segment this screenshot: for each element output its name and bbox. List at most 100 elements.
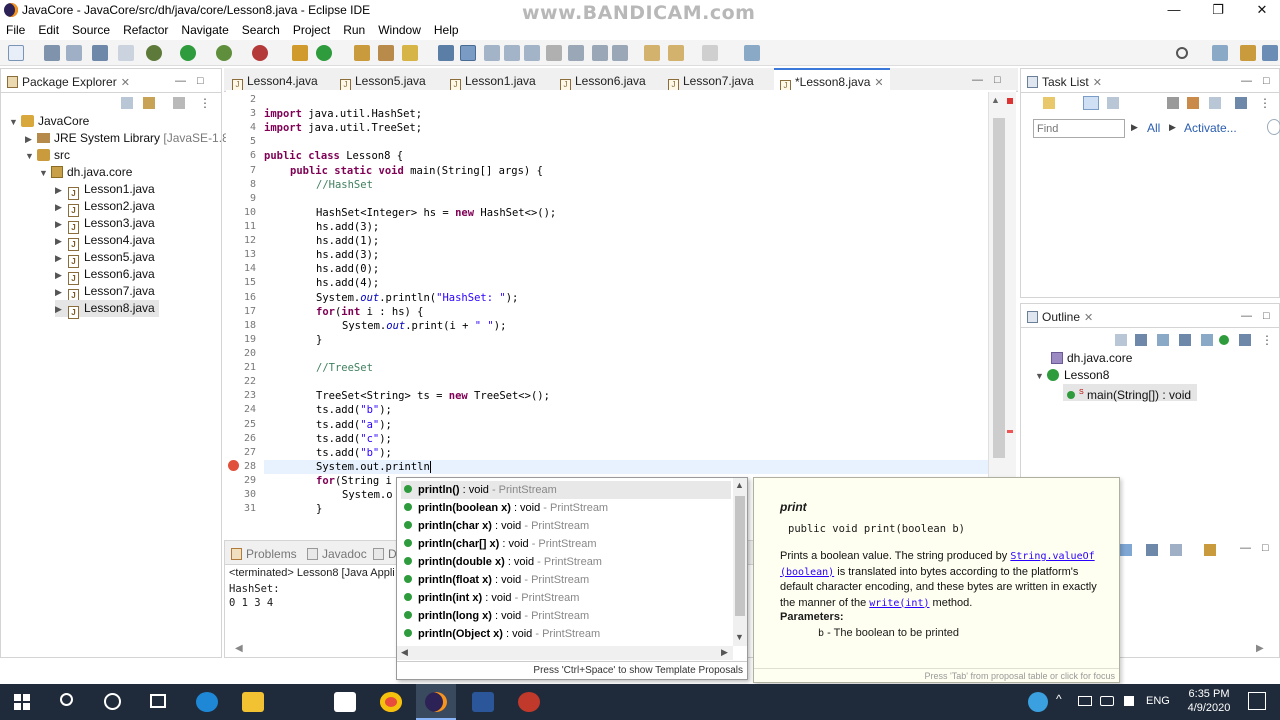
scroll-left-icon[interactable]: ◀ — [235, 643, 243, 654]
outline-class[interactable]: ▼ Lesson8 — [1035, 367, 1109, 384]
forward-icon[interactable] — [702, 45, 718, 61]
block-select-icon[interactable] — [484, 45, 500, 61]
expanded-chevron-icon[interactable]: ▼ — [9, 114, 19, 131]
completion-item[interactable]: println(Object x) : void - PrintStream — [401, 625, 600, 643]
taskbar-eclipse-active[interactable] — [416, 684, 456, 720]
tree-package[interactable]: ▼ dh.java.core — [39, 164, 132, 181]
hide-static-icon[interactable] — [1179, 334, 1191, 346]
debug-icon[interactable] — [146, 45, 162, 61]
tree-jre-library[interactable]: ▶ JRE System Library [JavaSE-1.8] — [25, 130, 232, 147]
completion-item[interactable]: println(char x) : void - PrintStream — [401, 517, 589, 535]
hide-local-types-icon[interactable] — [1219, 335, 1229, 345]
task-view-icon[interactable] — [150, 694, 166, 708]
collapse-all-icon[interactable] — [121, 97, 133, 109]
tree-file[interactable]: ▶ J Lesson3.java — [55, 215, 155, 234]
menu-file[interactable]: File — [6, 23, 25, 37]
view-menu-icon[interactable]: ⋮ — [1261, 333, 1273, 347]
completion-hscrollbar[interactable]: ◀ ▶ — [397, 646, 733, 660]
new-icon[interactable] — [8, 45, 24, 61]
menu-project[interactable]: Project — [293, 23, 330, 37]
scroll-left-icon[interactable]: ◀ — [401, 647, 408, 658]
volume-icon[interactable] — [1124, 696, 1134, 706]
view-menu-icon[interactable]: ⋮ — [1259, 96, 1271, 110]
view-menu-icon[interactable]: ⋮ — [199, 96, 211, 110]
completion-item[interactable]: println(float x) : void - PrintStream — [401, 571, 589, 589]
editor-tab[interactable]: J Lesson4.java — [232, 71, 318, 91]
maximize-view-icon[interactable]: □ — [1263, 75, 1270, 87]
minimize-view-icon[interactable]: — — [1241, 310, 1252, 322]
tab-problems[interactable]: Problems — [231, 544, 297, 564]
last-edit-icon[interactable] — [612, 45, 628, 61]
code-editor[interactable]: 2 3 4 5 6 7 8 9 10 11 12 13 14 15 16 17 … — [226, 90, 1016, 522]
open-perspective-icon[interactable] — [1212, 45, 1228, 61]
collapsed-chevron-icon[interactable]: ▶ — [55, 250, 65, 267]
collapse-all-icon[interactable] — [1209, 97, 1221, 109]
tree-file[interactable]: ▶ J Lesson7.java — [55, 283, 155, 302]
cortana-icon[interactable] — [104, 693, 121, 710]
completion-item[interactable]: println(int x) : void - PrintStream — [401, 589, 579, 607]
completion-item[interactable]: println(boolean x) : void - PrintStream — [401, 499, 608, 517]
help-icon[interactable] — [1267, 119, 1280, 135]
debug-perspective-icon[interactable] — [1262, 45, 1278, 61]
tree-project-javacore[interactable]: ▼ JavaCore — [9, 113, 89, 130]
expanded-chevron-icon[interactable]: ▼ — [1035, 368, 1045, 385]
chrome-icon[interactable] — [380, 692, 402, 712]
windows-start-icon[interactable] — [14, 694, 30, 710]
close-icon[interactable]: ✕ — [1242, 0, 1280, 20]
javadoc-hover-popup[interactable]: print public void print(boolean b) Print… — [753, 477, 1120, 683]
pin-editor-icon[interactable] — [744, 45, 760, 61]
scrollbar-thumb[interactable] — [993, 118, 1005, 458]
menu-run[interactable]: Run — [343, 23, 365, 37]
all-link[interactable]: All — [1147, 121, 1160, 135]
pilcrow-icon[interactable] — [546, 45, 562, 61]
task-find-input[interactable] — [1033, 119, 1125, 138]
language-indicator[interactable]: ENG — [1146, 695, 1170, 707]
maximize-view-icon[interactable]: □ — [197, 75, 204, 87]
bandicam-record-icon[interactable] — [518, 692, 540, 712]
tab-package-explorer[interactable]: Package Explorer ✕ — [7, 72, 130, 92]
menu-edit[interactable]: Edit — [38, 23, 59, 37]
search-icon[interactable] — [60, 693, 73, 706]
editor-vertical-scrollbar[interactable]: ▲ — [988, 92, 1016, 522]
new-java-project-icon[interactable] — [292, 45, 308, 61]
scrollbar-thumb[interactable] — [735, 496, 745, 616]
external-tools-icon[interactable] — [252, 45, 268, 61]
open-console-icon[interactable] — [1204, 544, 1216, 556]
scroll-up-icon[interactable]: ▲ — [991, 95, 1000, 105]
new-task-icon[interactable] — [1043, 97, 1055, 109]
minimize-view-icon[interactable]: — — [175, 75, 186, 87]
menu-window[interactable]: Window — [378, 23, 421, 37]
close-icon[interactable]: ✕ — [1093, 77, 1102, 89]
back-icon[interactable] — [644, 45, 660, 61]
categorized-icon[interactable] — [1083, 96, 1099, 110]
expanded-chevron-icon[interactable]: ▼ — [25, 148, 35, 165]
collapsed-chevron-icon[interactable]: ▶ — [25, 131, 35, 148]
console-menu-icon[interactable] — [1170, 544, 1182, 556]
focus-icon[interactable] — [1187, 97, 1199, 109]
content-assist-popup[interactable]: println() : void - PrintStream println(b… — [396, 477, 748, 680]
camera-icon[interactable] — [334, 692, 356, 712]
display-console-icon[interactable] — [1146, 544, 1158, 556]
next-annotation-icon[interactable] — [568, 45, 584, 61]
completion-item[interactable]: println(long x) : void - PrintStream — [401, 607, 589, 625]
tray-expand-icon[interactable]: ^ — [1056, 692, 1062, 706]
word-wrap-icon[interactable] — [504, 45, 520, 61]
tree-file[interactable]: ▶ J Lesson5.java — [55, 249, 155, 268]
scroll-right-icon[interactable]: ▶ — [721, 647, 728, 658]
collapsed-chevron-icon[interactable]: ▶ — [55, 301, 65, 318]
scheduled-icon[interactable] — [1107, 97, 1119, 109]
highlight-icon[interactable] — [460, 45, 476, 61]
hide-completed-icon[interactable] — [1167, 97, 1179, 109]
collapse-all-icon[interactable] — [1115, 334, 1127, 346]
completion-scrollbar[interactable]: ▲ ▼ — [733, 478, 747, 646]
outline-method-selected[interactable]: S main(String[]) : void — [1063, 384, 1198, 402]
run-icon[interactable] — [180, 45, 196, 61]
show-whitespace-icon[interactable] — [524, 45, 540, 61]
collapsed-chevron-icon[interactable]: ▶ — [55, 216, 65, 233]
collapsed-chevron-icon[interactable]: ▶ — [55, 284, 65, 301]
scroll-up-icon[interactable]: ▲ — [735, 480, 744, 490]
editor-tab[interactable]: J Lesson5.java — [340, 71, 426, 91]
maximize-view-icon[interactable]: □ — [994, 74, 1001, 86]
terminal-icon[interactable] — [92, 45, 108, 61]
scroll-right-icon[interactable]: ▶ — [1256, 643, 1264, 654]
